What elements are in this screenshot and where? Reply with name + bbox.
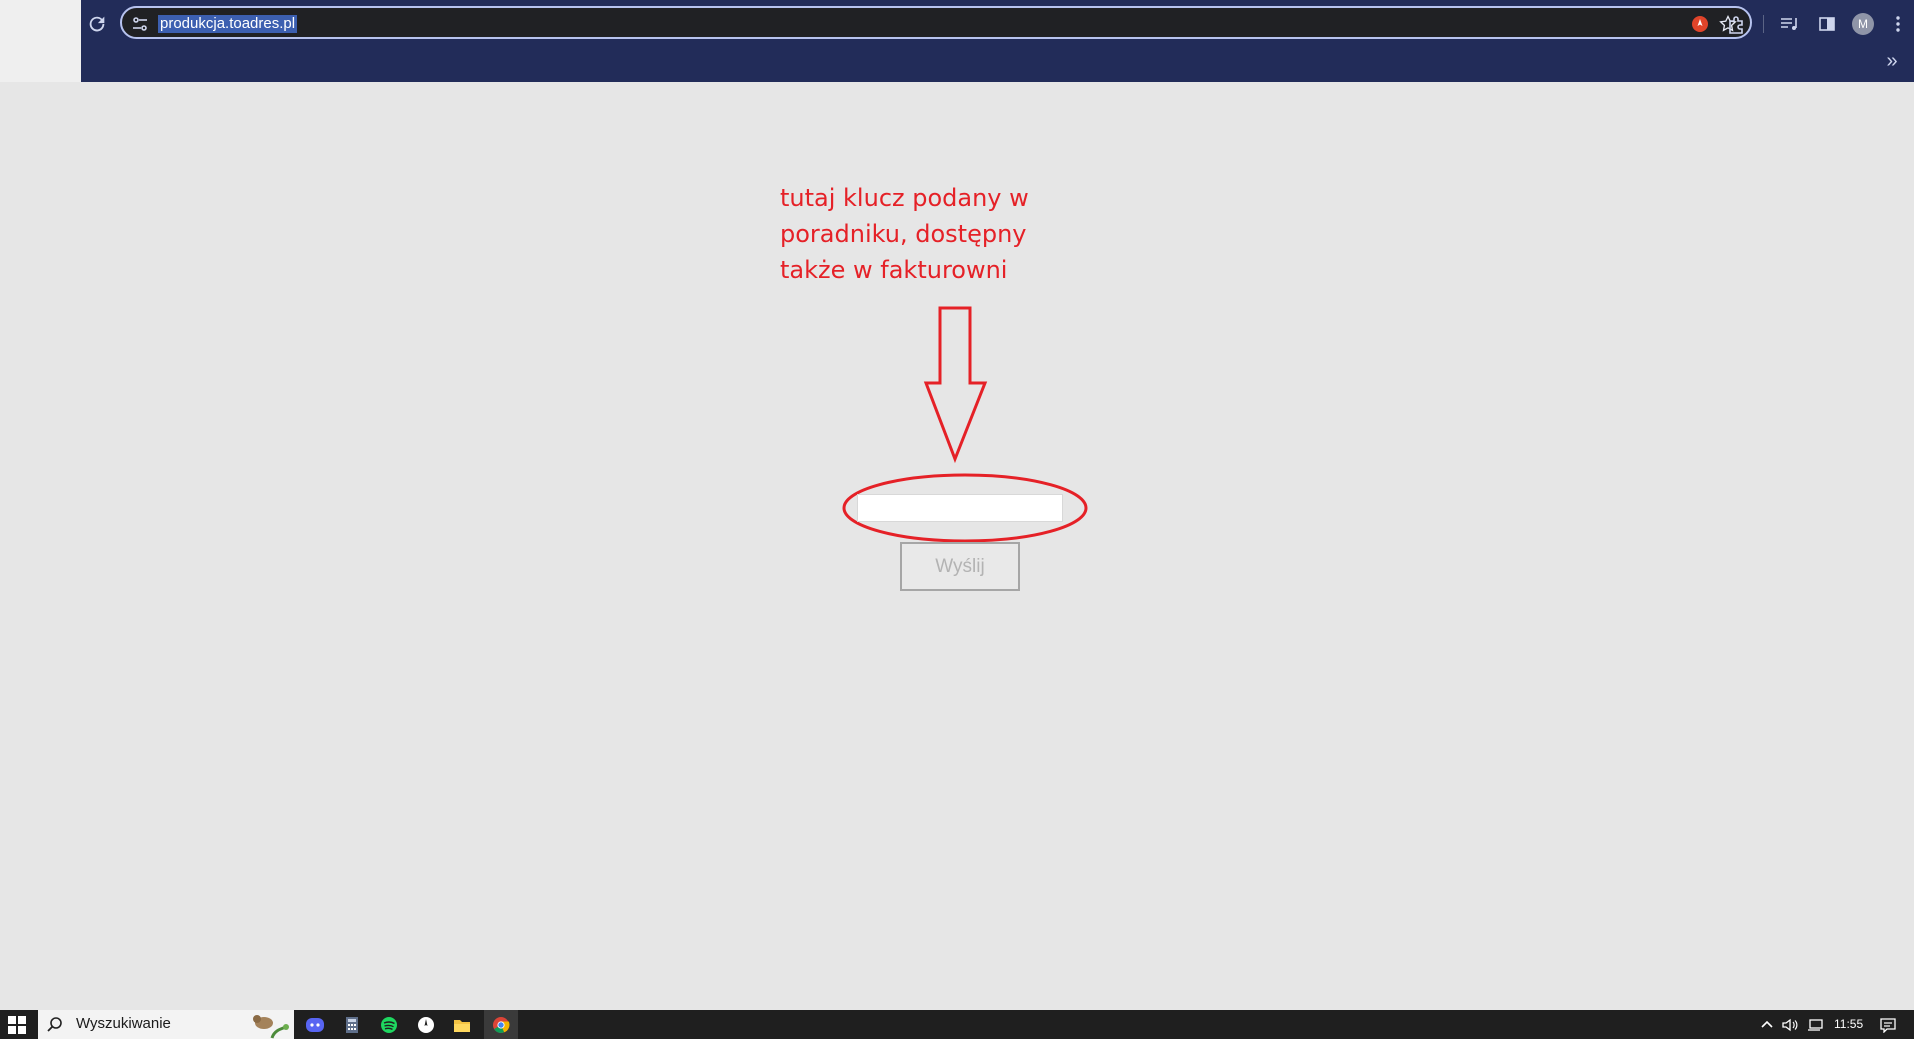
side-panel-icon[interactable] [1816,13,1838,35]
extension-red-icon[interactable] [1689,13,1711,35]
search-icon [47,1017,62,1032]
discord-icon[interactable] [305,1015,325,1035]
spotify-icon[interactable] [379,1015,399,1035]
taskbar-active-app[interactable] [484,1010,518,1039]
annotation-line: poradniku, dostępny [780,220,1027,248]
toolbar-divider [1763,15,1764,33]
reload-icon[interactable] [86,13,108,35]
windows-start-icon[interactable] [8,1016,26,1034]
clock-time[interactable]: 11:55 [1834,1017,1863,1031]
volume-icon[interactable] [1781,1017,1799,1033]
search-highlight-icon [253,1015,289,1039]
bookmarks-overflow-icon[interactable]: » [1881,50,1903,72]
calculator-icon[interactable] [342,1015,362,1035]
file-explorer-icon[interactable] [452,1015,472,1035]
media-queue-icon[interactable] [1778,13,1800,35]
annotation-text: tutaj klucz podany w poradniku, dostępny… [780,180,1080,288]
chrome-icon [493,1017,510,1033]
annotation-line: tutaj klucz podany w [780,184,1029,212]
taskbar-search[interactable]: Wyszukiwanie [38,1010,294,1039]
browser-toolbar: produkcja.toadres.pl M » [81,0,1914,82]
profile-avatar[interactable]: M [1852,13,1874,35]
network-icon[interactable] [1806,1017,1824,1033]
desktop-gutter [0,0,81,82]
url-text[interactable]: produkcja.toadres.pl [158,15,298,33]
more-vert-icon[interactable] [1892,13,1904,35]
site-info-icon[interactable] [130,14,150,34]
annotation-line: także w fakturowni [780,256,1008,284]
address-bar[interactable]: produkcja.toadres.pl [120,6,1752,39]
key-input[interactable] [857,494,1063,522]
search-placeholder: Wyszukiwanie [76,1015,171,1032]
app-icon[interactable] [416,1015,436,1035]
taskbar: Wyszukiwanie 11:55 [0,1010,1914,1039]
extensions-puzzle-icon[interactable] [1726,13,1748,35]
annotation-arrow [923,306,988,464]
submit-button[interactable]: Wyślij [900,542,1020,591]
tray-overflow-icon[interactable] [1760,1017,1774,1033]
notifications-icon[interactable] [1879,1017,1897,1033]
